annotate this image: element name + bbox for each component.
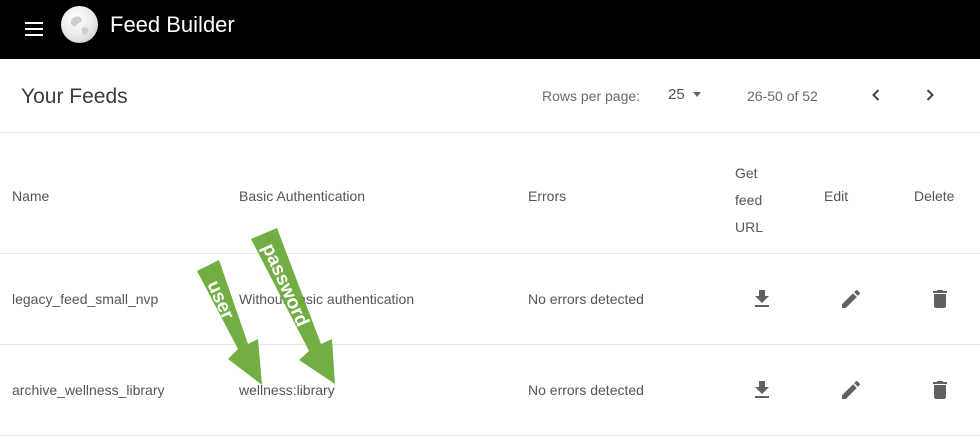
pencil-icon[interactable]: [839, 287, 863, 311]
header-delete: Delete: [914, 188, 955, 204]
rows-per-page-value: 25: [668, 86, 685, 103]
page-title: Your Feeds: [21, 85, 128, 108]
trash-icon[interactable]: [928, 287, 952, 311]
app-bar: Feed Builder: [0, 0, 980, 59]
errors-status: No errors detected: [528, 291, 644, 307]
download-icon[interactable]: [750, 287, 774, 311]
chevron-right-icon[interactable]: [918, 83, 942, 107]
header-get-feed-url-line3: URL: [735, 219, 764, 235]
basic-auth-value: wellness:library: [239, 382, 335, 398]
header-get-feed-url-line1: Get: [735, 165, 758, 181]
feed-name: legacy_feed_small_nvp: [12, 291, 159, 307]
header-errors[interactable]: Errors: [528, 188, 566, 204]
download-icon[interactable]: [750, 378, 774, 402]
table-row: legacy_feed_small_nvp Without basic auth…: [0, 254, 980, 345]
header-name[interactable]: Name: [12, 188, 49, 204]
table-row: archive_wellness_library wellness:librar…: [0, 345, 980, 436]
globe-logo-icon: [61, 6, 98, 43]
caret-down-icon: [692, 92, 701, 97]
table-header-row: Name Basic Authentication Errors Get fee…: [0, 133, 980, 254]
menu-icon[interactable]: [22, 17, 46, 41]
errors-status: No errors detected: [528, 382, 644, 398]
pagination-range: 26-50 of 52: [747, 88, 818, 104]
header-basic-auth[interactable]: Basic Authentication: [239, 188, 365, 204]
feed-name: archive_wellness_library: [12, 382, 165, 398]
rows-per-page-select[interactable]: 25: [668, 86, 701, 103]
header-edit: Edit: [824, 188, 849, 204]
trash-icon[interactable]: [928, 378, 952, 402]
table-toolbar: Your Feeds Rows per page: 25 26-50 of 52: [0, 59, 980, 133]
rows-per-page-label: Rows per page:: [542, 88, 641, 104]
header-get-feed-url: Get feed URL: [735, 160, 775, 241]
chevron-left-icon[interactable]: [864, 83, 888, 107]
basic-auth-value: Without basic authentication: [239, 291, 415, 307]
header-get-feed-url-line2: feed: [735, 192, 763, 208]
app-title: Feed Builder: [110, 12, 235, 37]
pencil-icon[interactable]: [839, 378, 863, 402]
